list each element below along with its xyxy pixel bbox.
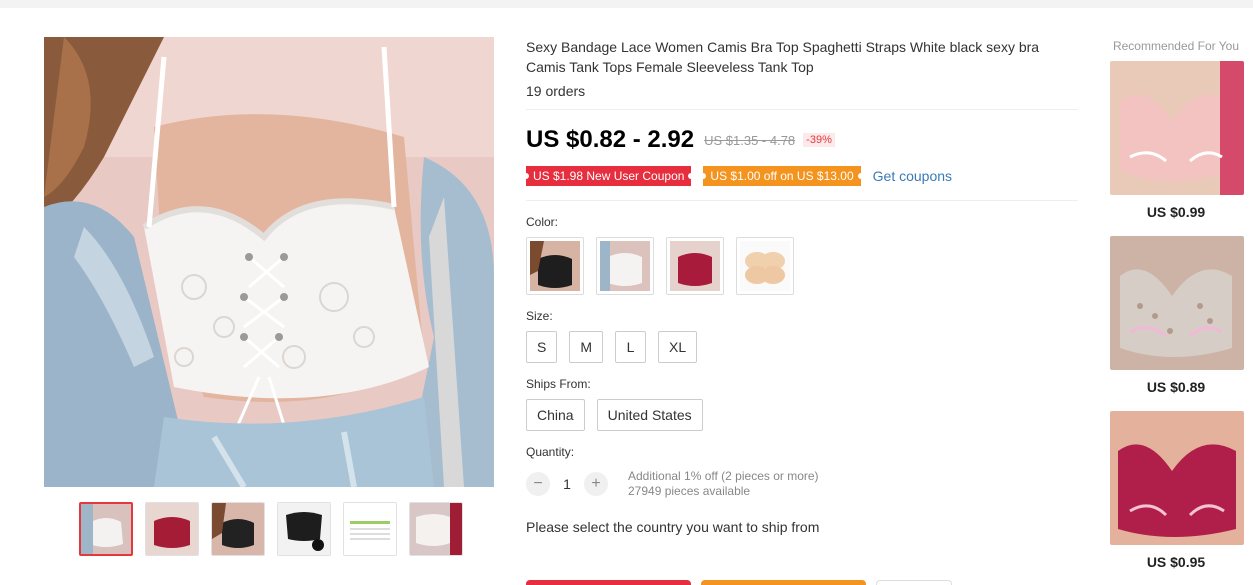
ships-from-united-states[interactable]: United States — [596, 399, 703, 431]
ships-from-options: China United States — [526, 399, 1078, 431]
quantity-minus-button[interactable]: − — [526, 472, 550, 496]
color-swatch-white[interactable] — [596, 237, 654, 295]
price-row: US $0.82 - 2.92 US $1.35 - 4.78 -39% — [526, 126, 1078, 154]
color-options — [526, 237, 1078, 295]
main-product-image[interactable] — [44, 37, 494, 487]
color-swatch-black[interactable] — [526, 237, 584, 295]
size-option-m[interactable]: M — [569, 331, 604, 363]
recommended-price: US $0.95 — [1146, 554, 1206, 570]
thumbnail-3[interactable] — [211, 502, 265, 556]
thumbnail-2[interactable] — [145, 502, 199, 556]
ships-from-china[interactable]: China — [526, 399, 585, 431]
product-info: Sexy Bandage Lace Women Camis Bra Top Sp… — [526, 37, 1078, 535]
stock-available: 27949 pieces available — [628, 484, 751, 498]
order-count: 19 orders — [526, 83, 586, 99]
thumbnail-5[interactable] — [343, 502, 397, 556]
store-coupon[interactable]: US $1.00 off on US $13.00 — [703, 166, 861, 186]
recommended-price: US $0.89 — [1146, 379, 1206, 395]
thumbnail-6[interactable] — [409, 502, 463, 556]
color-label: Color: — [526, 215, 559, 229]
divider — [526, 109, 1078, 110]
get-coupons-link[interactable]: Get coupons — [873, 168, 952, 184]
buy-now-button[interactable] — [526, 580, 691, 585]
quantity-plus-button[interactable]: + — [584, 472, 608, 496]
new-user-coupon[interactable]: US $1.98 New User Coupon — [526, 166, 692, 186]
recommended-price: US $0.99 — [1146, 204, 1206, 220]
recommended-item[interactable]: US $0.95 — [1102, 411, 1250, 570]
quantity-value[interactable]: 1 — [550, 476, 584, 492]
recommended-image[interactable] — [1110, 411, 1244, 545]
quantity-stepper: − 1 + Additional 1% off (2 pieces or mor… — [526, 469, 1078, 499]
recommended-title: Recommended For You — [1112, 39, 1240, 53]
size-options: S M L XL — [526, 331, 1078, 363]
thumbnail-4[interactable] — [277, 502, 331, 556]
recommended-item[interactable]: US $0.99 — [1102, 61, 1250, 220]
ships-from-label: Ships From: — [526, 377, 591, 391]
original-price: US $1.35 - 4.78 — [704, 132, 796, 148]
bulk-discount-note: Additional 1% off (2 pieces or more) — [628, 469, 819, 483]
color-swatch-nude[interactable] — [736, 237, 794, 295]
thumbnail-strip — [79, 502, 463, 556]
wishlist-button[interactable] — [876, 580, 952, 585]
recommended-item[interactable]: US $0.89 — [1102, 236, 1250, 395]
coupon-row: US $1.98 New User Coupon US $1.00 off on… — [526, 166, 1078, 186]
thumbnail-1[interactable] — [79, 502, 133, 556]
discount-badge: -39% — [803, 133, 835, 147]
shipping-prompt: Please select the country you want to sh… — [526, 519, 820, 535]
product-title: Sexy Bandage Lace Women Camis Bra Top Sp… — [526, 39, 1040, 75]
size-option-l[interactable]: L — [615, 331, 647, 363]
size-option-s[interactable]: S — [526, 331, 558, 363]
divider — [526, 200, 1078, 201]
current-price: US $0.82 - 2.92 — [526, 126, 695, 153]
top-strip — [0, 0, 1253, 8]
recommended-panel: Recommended For You US $0.99 US $0.89 US… — [1102, 37, 1250, 585]
size-option-xl[interactable]: XL — [658, 331, 698, 363]
size-label: Size: — [526, 309, 553, 323]
color-swatch-red[interactable] — [666, 237, 724, 295]
add-to-cart-button[interactable] — [701, 580, 866, 585]
quantity-label: Quantity: — [526, 445, 575, 459]
action-buttons — [526, 580, 952, 585]
quantity-note: Additional 1% off (2 pieces or more) 279… — [628, 469, 819, 499]
recommended-image[interactable] — [1110, 61, 1244, 195]
recommended-image[interactable] — [1110, 236, 1244, 370]
